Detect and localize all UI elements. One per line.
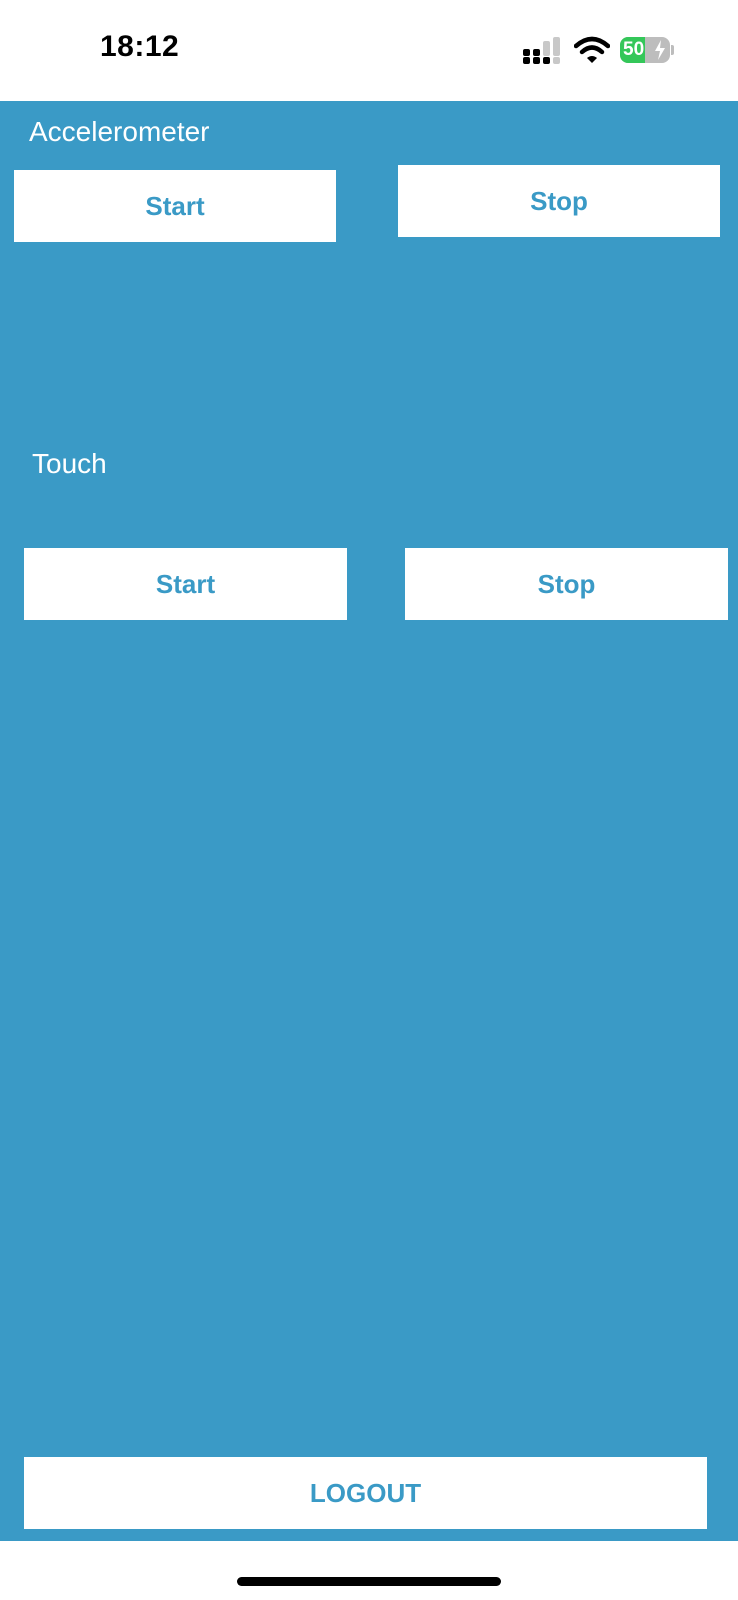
status-icons: 50 [522, 36, 682, 66]
home-indicator[interactable] [237, 1577, 501, 1586]
logout-button[interactable]: LOGOUT [24, 1457, 707, 1529]
app-content: Accelerometer Start Stop Touch Start Sto… [0, 101, 738, 1541]
accelerometer-stop-button[interactable]: Stop [398, 165, 720, 237]
battery-body: 50 [620, 37, 670, 63]
cellular-signal-icon [523, 37, 560, 64]
touch-stop-button[interactable]: Stop [405, 548, 728, 620]
battery-icon: 50 [620, 37, 674, 63]
wifi-icon [574, 36, 610, 63]
status-time: 18:12 [100, 30, 180, 63]
bolt-icon [655, 40, 665, 60]
touch-label: Touch [32, 448, 107, 479]
battery-level: 50 [623, 39, 645, 60]
battery-tip [671, 45, 674, 55]
accelerometer-start-button[interactable]: Start [14, 170, 336, 242]
status-bar: 18:12 50 [0, 0, 738, 101]
accelerometer-label: Accelerometer [29, 116, 210, 147]
touch-start-button[interactable]: Start [24, 548, 347, 620]
